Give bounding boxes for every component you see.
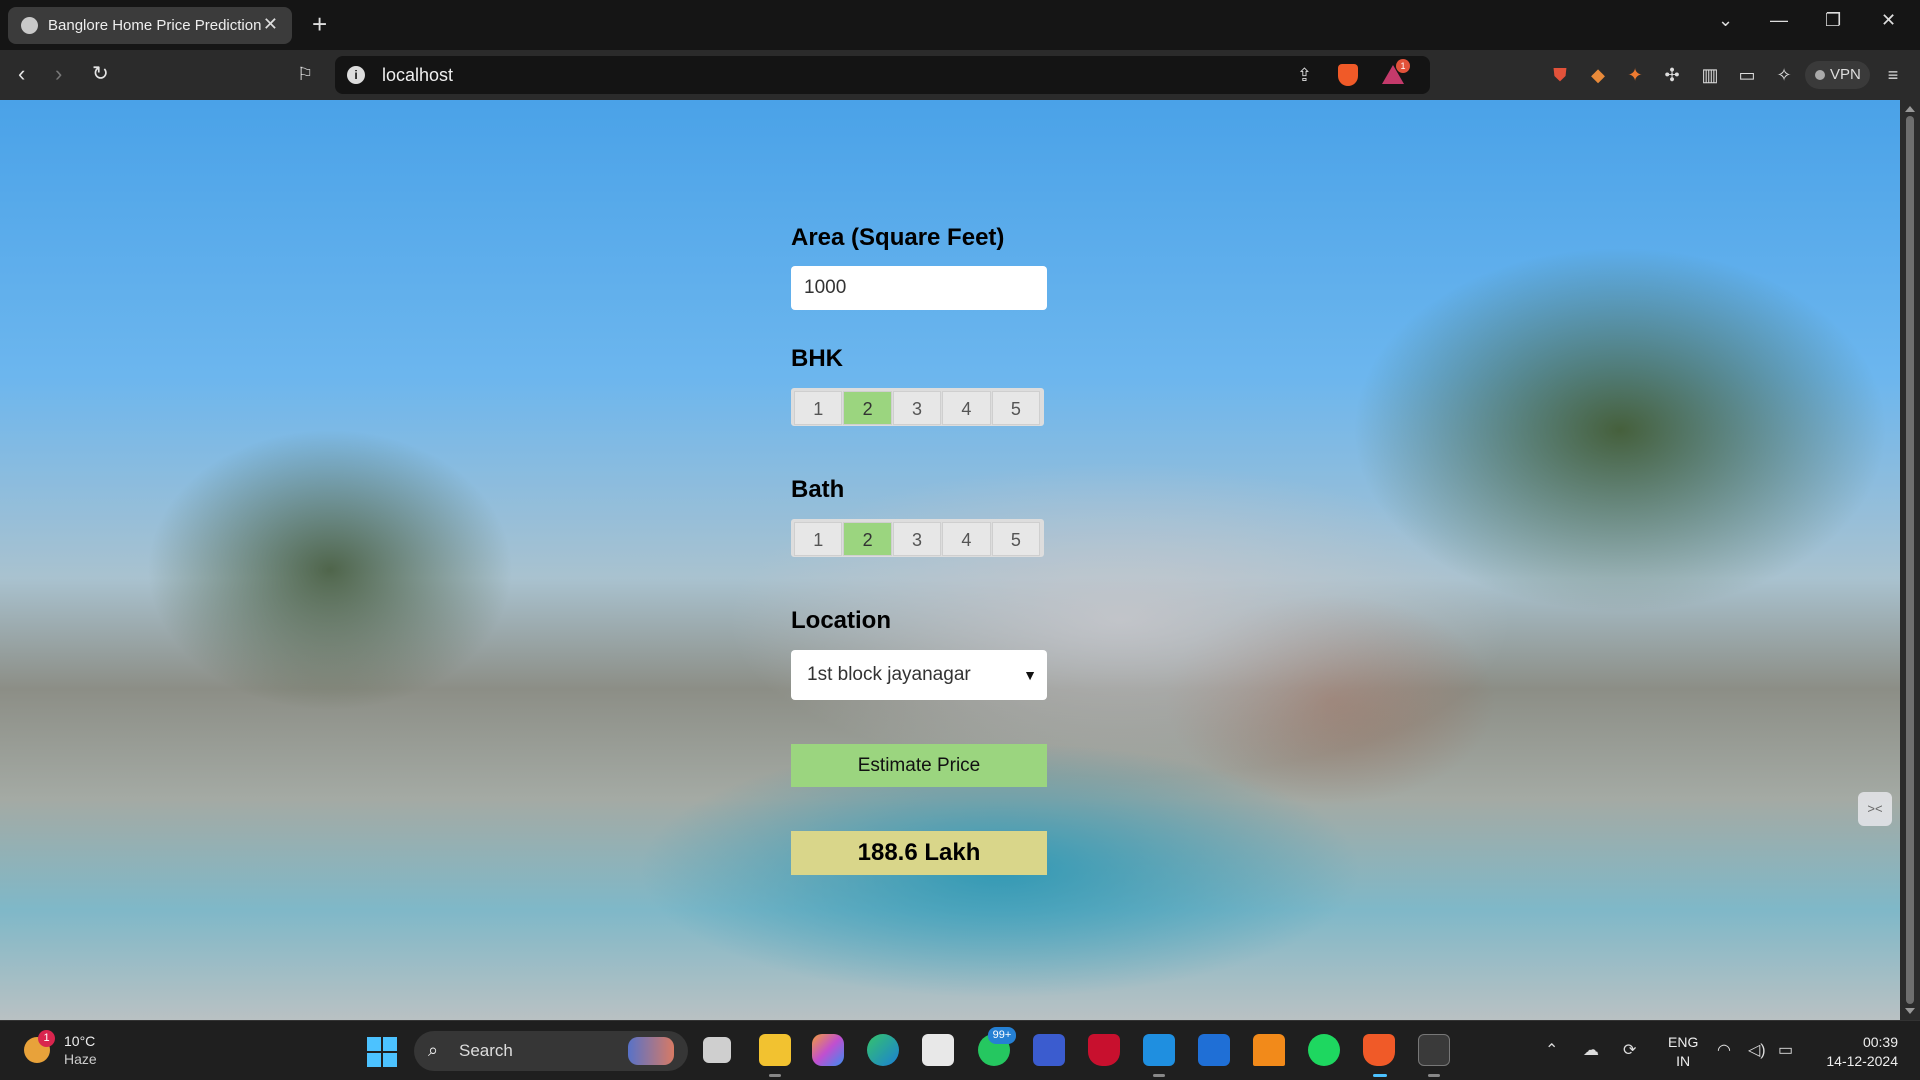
app-m-icon[interactable] — [1033, 1034, 1065, 1066]
wifi-icon[interactable]: ◠ — [1717, 1040, 1731, 1060]
taskbar-search[interactable]: ⌕ Search — [414, 1031, 688, 1071]
close-tab-icon[interactable]: ✕ — [263, 14, 278, 35]
language-indicator[interactable]: ENG IN — [1668, 1033, 1698, 1071]
vlc-icon[interactable] — [1253, 1034, 1285, 1066]
bath-option-2[interactable]: 2 — [843, 522, 892, 556]
share-icon[interactable]: ⇪ — [1297, 65, 1312, 86]
estimate-price-button[interactable]: Estimate Price — [791, 744, 1047, 787]
address-bar[interactable]: i localhost ⇪ 1 — [335, 56, 1430, 94]
bath-label: Bath — [791, 476, 845, 503]
bath-option-4[interactable]: 4 — [942, 522, 991, 556]
location-select[interactable]: 1st block jayanagar ▼ — [791, 650, 1047, 700]
bhk-option-4[interactable]: 4 — [942, 391, 991, 425]
vpn-button[interactable]: VPN — [1805, 61, 1870, 89]
minimize-button[interactable]: — — [1770, 10, 1788, 31]
search-placeholder: Search — [459, 1041, 513, 1060]
rewards-badge: 1 — [1396, 59, 1410, 73]
file-explorer-running-indicator — [769, 1074, 781, 1077]
tab-search-chevron-icon[interactable]: ⌄ — [1718, 10, 1733, 31]
bath-option-1[interactable]: 1 — [794, 522, 843, 556]
bhk-option-3[interactable]: 3 — [892, 391, 942, 425]
browser-tab[interactable]: Banglore Home Price Prediction ✕ — [8, 7, 292, 44]
bhk-option-1[interactable]: 1 — [794, 391, 843, 425]
edge-browser-icon[interactable] — [867, 1034, 899, 1066]
tab-title: Banglore Home Price Prediction — [48, 17, 262, 34]
browser-toolbar: ‹ › ↻ ⚐ i localhost ⇪ 1 ⛊ ◆ ✦ ✣ ▥ ▭ ✧ VP… — [0, 50, 1920, 100]
bookmark-icon[interactable]: ⚐ — [297, 62, 313, 86]
bath-option-3[interactable]: 3 — [892, 522, 942, 556]
new-tab-button[interactable]: + — [312, 8, 327, 40]
battery-icon[interactable]: ▭ — [1778, 1040, 1793, 1060]
language-code: ENG — [1668, 1034, 1699, 1050]
leo-ai-icon[interactable]: ✧ — [1773, 64, 1795, 86]
search-highlight-icon — [628, 1037, 674, 1065]
metamask-fox-icon[interactable]: ◆ — [1587, 64, 1609, 86]
scrollbar-thumb[interactable] — [1906, 116, 1914, 1004]
file-explorer-icon[interactable] — [759, 1034, 791, 1066]
volume-icon[interactable]: ◁) — [1748, 1040, 1766, 1060]
clock-date: 14-12-2024 — [1826, 1053, 1898, 1069]
terminal-icon[interactable] — [1418, 1034, 1450, 1066]
bath-option-5[interactable]: 5 — [991, 522, 1041, 556]
scroll-up-arrow-icon[interactable] — [1905, 106, 1915, 112]
location-selected-value: 1st block jayanagar — [807, 664, 971, 685]
bhk-label: BHK — [791, 345, 843, 372]
brave-active-indicator — [1373, 1074, 1387, 1077]
extension-flame-icon[interactable]: ✦ — [1624, 64, 1646, 86]
brave-shields-icon[interactable] — [1338, 64, 1358, 86]
globe-icon — [21, 17, 38, 34]
weather-condition: Haze — [64, 1051, 97, 1067]
close-window-button[interactable]: ✕ — [1881, 10, 1896, 31]
browser-tab-strip: Banglore Home Price Prediction ✕ + ⌄ — ❐… — [0, 0, 1920, 50]
estimated-price-result: 188.6 Lakh — [791, 831, 1047, 875]
task-view-icon[interactable] — [703, 1037, 731, 1063]
location-label: Location — [791, 607, 891, 634]
scroll-down-arrow-icon[interactable] — [1905, 1008, 1915, 1014]
page-scrollbar[interactable] — [1900, 100, 1920, 1020]
region-code: IN — [1676, 1053, 1691, 1069]
puzzle-extensions-icon[interactable]: ✣ — [1661, 64, 1683, 86]
weather-badge: 1 — [38, 1030, 55, 1047]
system-clock[interactable]: 00:39 14-12-2024 — [1818, 1033, 1898, 1071]
whatsapp-badge: 99+ — [988, 1027, 1016, 1044]
collapse-widget-icon[interactable]: >< — [1858, 792, 1892, 826]
copilot-icon[interactable] — [812, 1034, 844, 1066]
shield-extension-icon[interactable]: ⛊ — [1549, 64, 1571, 86]
wallet-icon[interactable]: ▭ — [1736, 64, 1758, 86]
mcafee-icon[interactable] — [1088, 1034, 1120, 1066]
weather-temperature: 10°C — [64, 1033, 96, 1049]
vscode-running-indicator — [1153, 1074, 1165, 1077]
brave-rewards-icon[interactable]: 1 — [1382, 59, 1410, 84]
menu-icon[interactable]: ≡ — [1882, 64, 1904, 86]
chevron-down-icon: ▼ — [1023, 667, 1037, 683]
windows-taskbar: 1 10°C Haze ⌕ Search 99+ ⌃ ☁ ⟳ ENG IN ◠ … — [0, 1020, 1920, 1080]
site-info-icon[interactable]: i — [347, 66, 365, 84]
bhk-option-5[interactable]: 5 — [991, 391, 1041, 425]
show-hidden-icons-chevron-icon[interactable]: ⌃ — [1545, 1040, 1558, 1060]
bath-selector: 1 2 3 4 5 — [791, 519, 1044, 557]
sidebar-icon[interactable]: ▥ — [1699, 64, 1721, 86]
sync-icon[interactable]: ⟳ — [1623, 1040, 1636, 1060]
area-label: Area (Square Feet) — [791, 224, 1005, 251]
blue-app-icon[interactable] — [1198, 1034, 1230, 1066]
area-input[interactable] — [791, 266, 1047, 310]
page-viewport: Area (Square Feet) BHK 1 2 3 4 5 Bath 1 … — [0, 100, 1900, 1020]
microsoft-store-icon[interactable] — [922, 1034, 954, 1066]
spotify-icon[interactable] — [1308, 1034, 1340, 1066]
bhk-option-2[interactable]: 2 — [843, 391, 892, 425]
brave-browser-icon[interactable] — [1363, 1034, 1395, 1066]
forward-button[interactable]: › — [55, 62, 62, 86]
terminal-running-indicator — [1428, 1074, 1440, 1077]
onedrive-icon[interactable]: ☁ — [1583, 1040, 1599, 1060]
back-button[interactable]: ‹ — [18, 62, 25, 86]
bhk-selector: 1 2 3 4 5 — [791, 388, 1044, 426]
clock-time: 00:39 — [1862, 1034, 1898, 1050]
vscode-icon[interactable] — [1143, 1034, 1175, 1066]
url-text: localhost — [382, 65, 454, 85]
search-icon: ⌕ — [428, 1040, 439, 1060]
restore-button[interactable]: ❐ — [1825, 10, 1841, 31]
windows-start-icon[interactable] — [367, 1037, 397, 1067]
reload-button[interactable]: ↻ — [92, 62, 109, 86]
